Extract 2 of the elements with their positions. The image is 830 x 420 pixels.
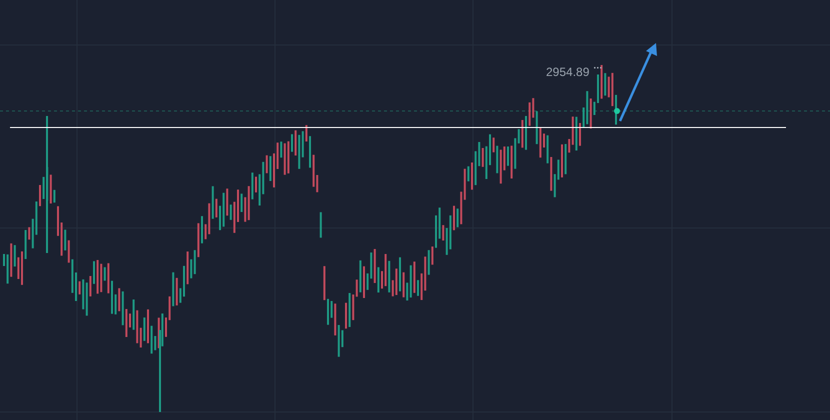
price-label: 2954.89: [546, 65, 590, 79]
price-marker: [614, 108, 620, 114]
